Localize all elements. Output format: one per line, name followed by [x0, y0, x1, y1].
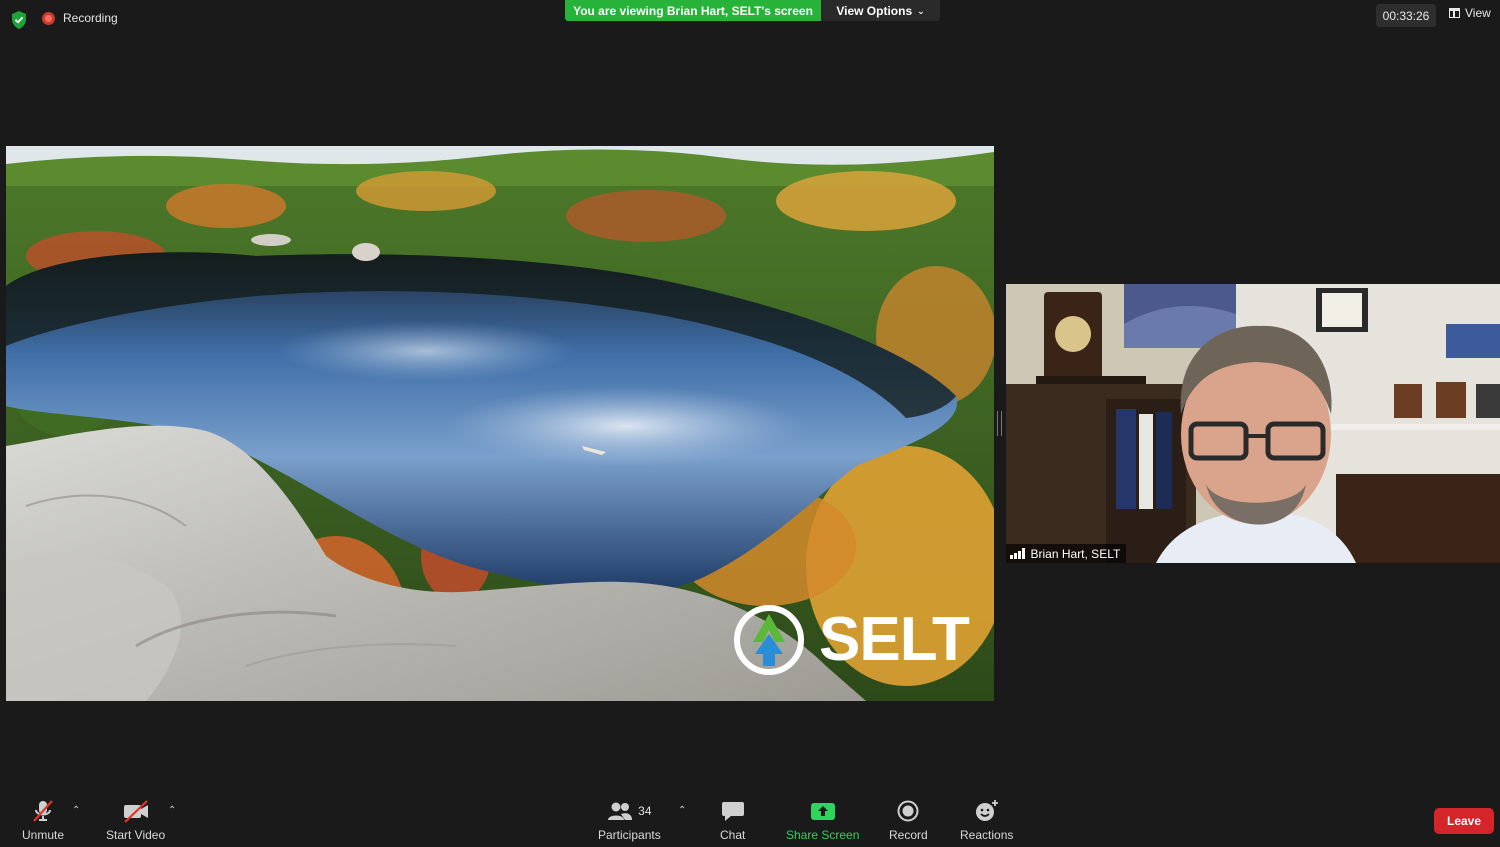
viewing-screen-banner: You are viewing Brian Hart, SELT's scree… [565, 0, 821, 21]
view-options-button[interactable]: View Options ⌄ [821, 0, 940, 21]
video-off-icon [121, 796, 151, 826]
view-options-label: View Options [836, 3, 913, 18]
layout-grid-icon [1449, 8, 1460, 18]
muted-microphone-icon [30, 796, 56, 826]
record-icon [897, 796, 919, 826]
participants-icon-group: 34 [607, 796, 652, 826]
recording-indicator[interactable]: Recording [42, 11, 118, 25]
chat-button[interactable]: Chat [720, 796, 745, 842]
participants-icon [608, 802, 633, 820]
participant-video-tile[interactable]: Brian Hart, SELT [1006, 284, 1500, 563]
leave-label: Leave [1446, 814, 1482, 828]
share-screen-label: Share Screen [786, 828, 860, 842]
unmute-button[interactable]: Unmute [22, 796, 64, 842]
participant-name-tag: Brian Hart, SELT [1006, 544, 1127, 563]
timer-text: 00:33:26 [1382, 8, 1430, 23]
recording-dot-icon [42, 11, 55, 25]
start-video-label: Start Video [106, 828, 166, 842]
video-options-chevron-icon[interactable]: ⌃ [168, 805, 176, 816]
chat-label: Chat [720, 828, 746, 842]
connection-signal-icon [1010, 548, 1025, 559]
participants-count: 34 [638, 804, 652, 818]
participant-video-frame [1006, 284, 1500, 563]
selt-logo: SELT [733, 604, 970, 676]
reactions-smiley-icon [974, 796, 1000, 826]
shared-screen[interactable]: SELT [6, 146, 994, 701]
reactions-label: Reactions [960, 828, 1014, 842]
audio-options-chevron-icon[interactable]: ⌃ [72, 805, 80, 816]
meeting-timer: 00:33:26 [1376, 4, 1436, 27]
view-label: View [1465, 6, 1491, 20]
resize-splitter-handle[interactable] [997, 411, 1002, 436]
participants-label: Participants [598, 828, 661, 842]
participants-button[interactable]: 34 Participants [598, 796, 661, 842]
viewing-banner-text: You are viewing Brian Hart, SELT's scree… [573, 3, 813, 18]
share-screen-button[interactable]: Share Screen [786, 796, 859, 842]
share-screen-icon [810, 796, 836, 826]
leave-button[interactable]: Leave [1434, 808, 1494, 834]
security-shield-icon[interactable] [11, 11, 27, 29]
reactions-button[interactable]: Reactions [960, 796, 1013, 842]
record-label: Record [889, 828, 928, 842]
chat-bubble-icon [721, 796, 745, 826]
participants-options-chevron-icon[interactable]: ⌃ [678, 805, 686, 816]
selt-logo-text: SELT [819, 605, 970, 674]
start-video-button[interactable]: Start Video [106, 796, 165, 842]
record-button[interactable]: Record [889, 796, 928, 842]
participant-name: Brian Hart, SELT [1030, 546, 1121, 561]
chevron-down-icon: ⌄ [917, 6, 925, 16]
recording-label: Recording [63, 11, 118, 25]
selt-arrow-logo-icon [734, 605, 804, 675]
unmute-label: Unmute [22, 828, 65, 842]
view-layout-button[interactable]: View [1449, 6, 1491, 20]
